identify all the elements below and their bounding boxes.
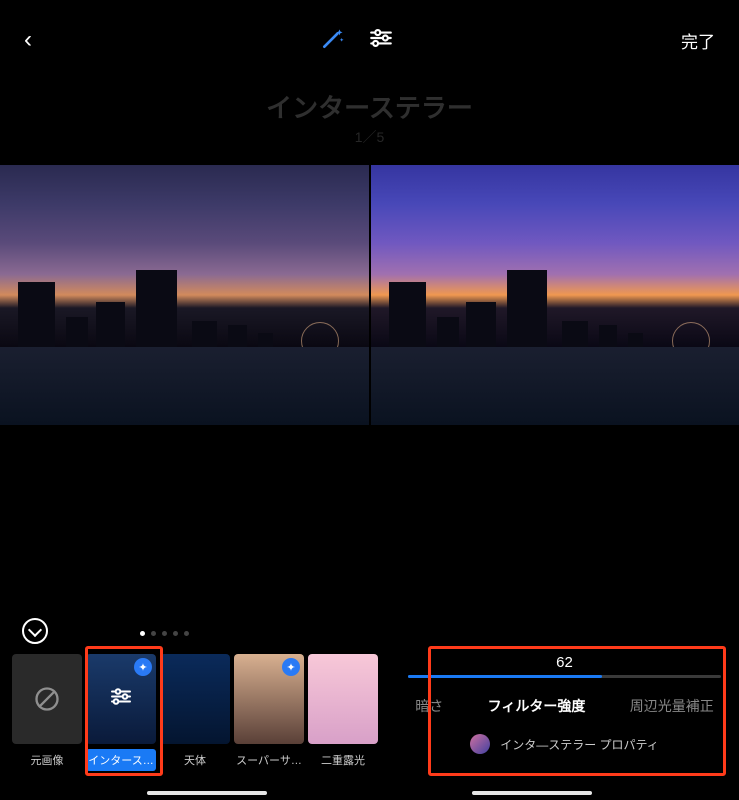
property-label: インタ―ステラー プロパティ (500, 736, 659, 753)
preview-comparison[interactable] (0, 165, 739, 425)
collapse-button[interactable] (22, 618, 48, 644)
filter-properties-button[interactable]: インタ―ステラー プロパティ (402, 734, 727, 754)
filter-label: 元画像 (12, 749, 82, 771)
slider-fill (408, 675, 602, 678)
filter-label: 天体 (160, 749, 230, 771)
page-dots (140, 631, 189, 636)
filter-thumbnail: ✦ (86, 654, 156, 744)
filter-supersat[interactable]: ✦ スーパーサ… (234, 654, 304, 782)
filter-label: スーパーサ… (234, 749, 304, 771)
done-button[interactable]: 完了 (681, 28, 715, 53)
filter-thumbnail (160, 654, 230, 744)
preview-after (371, 165, 739, 425)
back-button[interactable]: ‹ (24, 26, 32, 54)
filter-thumbnail (308, 654, 378, 744)
premium-badge-icon: ✦ (282, 658, 300, 676)
adjustments-icon[interactable] (368, 25, 394, 56)
filter-strip[interactable]: 元画像 ✦ インタース… 天体 ✦ ス (12, 654, 378, 782)
filter-interstellar[interactable]: ✦ インタース… (86, 654, 156, 782)
filter-double-exposure[interactable]: 二重露光 (308, 654, 378, 782)
premium-badge-icon: ✦ (134, 658, 152, 676)
filter-label: インタース… (86, 749, 156, 771)
adjust-icon (109, 685, 133, 714)
home-indicator (472, 791, 592, 795)
filter-original[interactable]: 元画像 (12, 654, 82, 782)
tab-darkness[interactable]: 暗さ (415, 696, 443, 716)
slider-value: 62 (402, 654, 727, 675)
filter-thumbnail: ✦ (234, 654, 304, 744)
tab-filter-strength[interactable]: フィルター強度 (488, 696, 586, 716)
tab-vignette[interactable]: 周辺光量補正 (630, 696, 714, 716)
filter-counter: 1／5 (0, 127, 739, 147)
strength-slider[interactable] (408, 675, 721, 678)
property-thumb-icon (470, 734, 490, 754)
preview-before (0, 165, 369, 425)
filter-title: インターステラー (0, 88, 739, 125)
home-indicator (147, 791, 267, 795)
magic-wand-icon[interactable] (320, 25, 346, 56)
no-filter-icon (12, 654, 82, 744)
filter-label: 二重露光 (308, 749, 378, 771)
filter-astro[interactable]: 天体 (160, 654, 230, 782)
